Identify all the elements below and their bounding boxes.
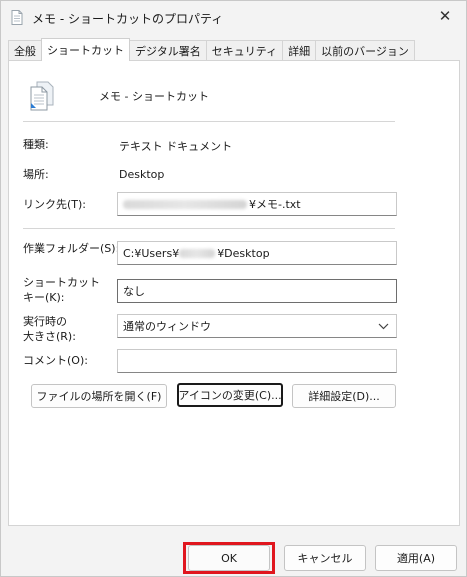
- hotkey-label-2: キー(K):: [23, 291, 65, 304]
- redacted-username: [179, 248, 216, 258]
- tab-strip: 全般 ショートカット デジタル署名 セキュリティ 詳細 以前のバージョン: [8, 38, 415, 61]
- shortcut-panel: メモ - ショートカット 種類: テキスト ドキュメント 場所: Desktop…: [8, 60, 460, 526]
- type-value: テキスト ドキュメント: [119, 140, 233, 153]
- shortcut-name: メモ - ショートカット: [99, 90, 209, 103]
- run-size-value: 通常のウィンドウ: [123, 320, 211, 333]
- workdir-prefix: C:¥Users¥: [123, 246, 180, 260]
- open-file-location-button[interactable]: ファイルの場所を開く(F): [31, 384, 167, 408]
- type-label: 種類:: [23, 138, 49, 151]
- divider: [23, 228, 395, 229]
- ok-button[interactable]: OK: [188, 545, 270, 571]
- location-value: Desktop: [119, 168, 165, 181]
- close-icon: ✕: [438, 7, 452, 25]
- hotkey-label: ショートカット: [23, 276, 100, 289]
- run-label-2: 大きさ(R):: [23, 330, 76, 343]
- chevron-down-icon: [378, 323, 389, 330]
- cancel-button[interactable]: キャンセル: [284, 545, 366, 571]
- redacted-path: [123, 199, 247, 209]
- workdir-suffix: ¥Desktop: [217, 246, 270, 260]
- change-icon-button[interactable]: アイコンの変更(C)...: [177, 383, 283, 407]
- document-icon: [11, 10, 23, 25]
- hotkey-input[interactable]: なし: [117, 279, 397, 303]
- tab-shortcut[interactable]: ショートカット: [41, 38, 130, 61]
- advanced-settings-button[interactable]: 詳細設定(D)...: [292, 384, 396, 408]
- document-icon: [30, 81, 54, 111]
- workdir-label: 作業フォルダー(S):: [23, 242, 120, 255]
- run-label: 実行時の: [23, 315, 67, 328]
- run-size-select[interactable]: 通常のウィンドウ: [117, 314, 397, 338]
- location-label: 場所:: [23, 168, 49, 181]
- properties-dialog: メモ - ショートカットのプロパティ ✕ 全般 ショートカット デジタル署名 セ…: [0, 0, 467, 577]
- close-button[interactable]: ✕: [424, 1, 466, 31]
- comment-label: コメント(O):: [23, 354, 88, 367]
- target-value: ¥メモ-.txt: [249, 198, 301, 211]
- title-bar: メモ - ショートカットのプロパティ ✕: [1, 1, 466, 34]
- tab-previous-versions[interactable]: 以前のバージョン: [315, 40, 415, 61]
- divider: [23, 121, 395, 122]
- tab-security[interactable]: セキュリティ: [205, 40, 284, 61]
- apply-button[interactable]: 適用(A): [375, 545, 457, 571]
- target-label: リンク先(T):: [23, 198, 87, 211]
- workdir-input[interactable]: C:¥Users¥ ¥Desktop: [117, 241, 397, 265]
- hotkey-value: なし: [123, 285, 145, 298]
- comment-input[interactable]: [117, 349, 397, 373]
- tab-details[interactable]: 詳細: [282, 40, 317, 61]
- tab-general[interactable]: 全般: [8, 40, 42, 61]
- target-input[interactable]: ¥メモ-.txt: [117, 192, 397, 216]
- window-title: メモ - ショートカットのプロパティ: [32, 12, 224, 26]
- tab-digital-signature[interactable]: デジタル署名: [129, 40, 207, 61]
